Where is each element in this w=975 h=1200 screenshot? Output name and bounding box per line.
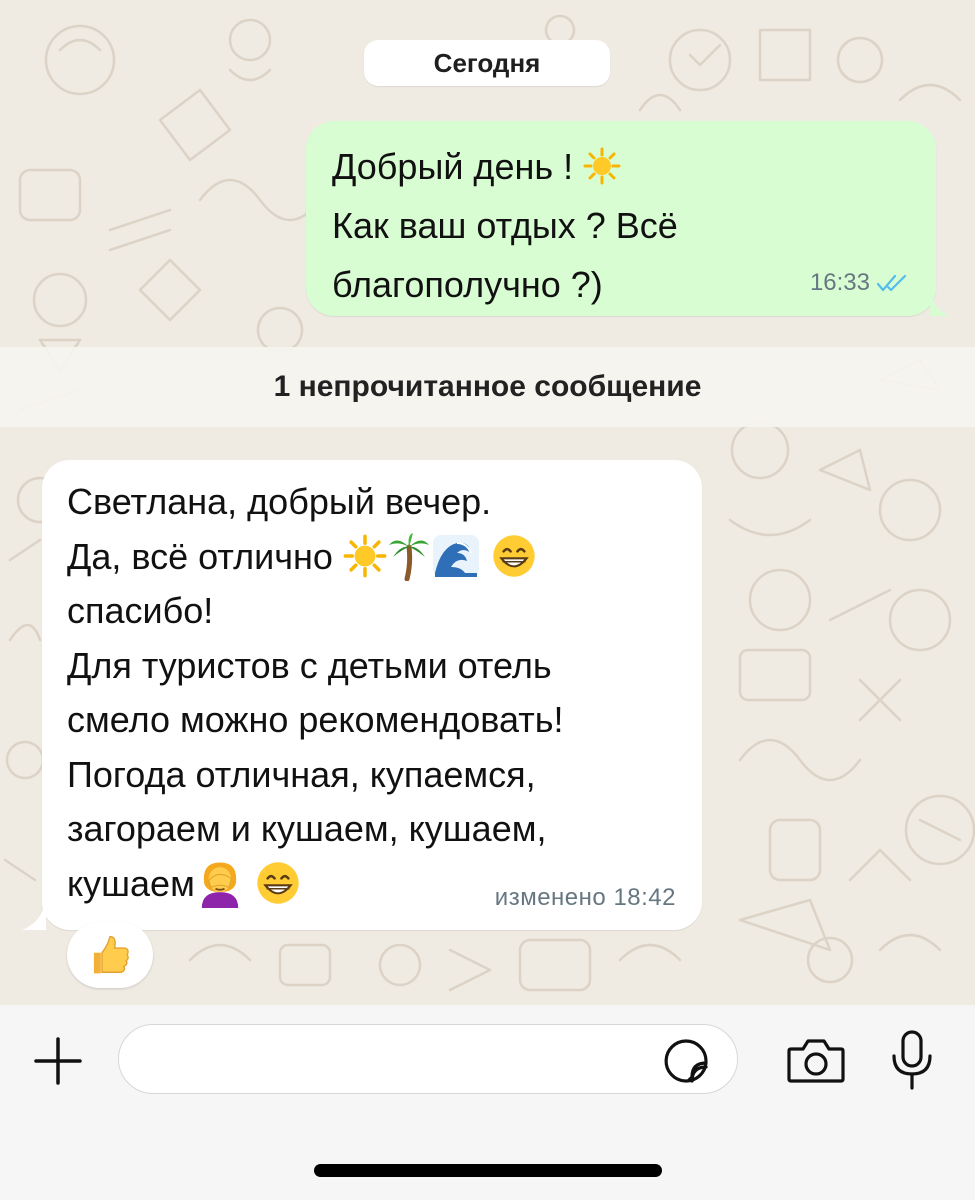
message-input[interactable]	[118, 1024, 738, 1094]
message-line: Да, всё отлично	[67, 535, 343, 577]
grinning-face-emoji-icon	[493, 535, 535, 577]
sun-emoji-icon	[343, 534, 387, 578]
home-indicator[interactable]	[314, 1164, 662, 1177]
message-line: Добрый день !	[332, 146, 584, 187]
unread-separator: 1 непрочитанное сообщение	[0, 347, 975, 427]
sticker-icon[interactable]	[662, 1037, 710, 1085]
message-meta: 16:33	[810, 269, 908, 297]
message-line: Светлана, добрый вечер.	[67, 481, 492, 522]
grinning-face-emoji-icon	[257, 862, 299, 904]
message-time: 18:42	[613, 884, 676, 911]
message-line: благополучно ?)	[332, 264, 603, 305]
sun-emoji-icon	[583, 147, 621, 185]
message-time: 16:33	[809, 269, 870, 296]
message-line: загораем и кушаем, кушаем,	[67, 808, 547, 849]
message-meta: изменено 18:42	[495, 884, 676, 912]
message-line: кушаем	[67, 862, 195, 904]
outgoing-message-bubble[interactable]: Добрый день ! Как ваш отдых ? Всё благоп…	[306, 121, 950, 316]
message-line: Для туристов с детьми отель	[67, 644, 552, 686]
edited-label: изменено	[494, 884, 607, 911]
bubble-tail-icon	[930, 292, 950, 316]
message-line: смело можно рекомендовать!	[67, 699, 564, 740]
message-line: Погода отличная, купаемся,	[67, 753, 536, 795]
date-separator: Сегодня	[364, 40, 610, 86]
facepalm-woman-emoji-icon	[201, 862, 239, 908]
wave-emoji-icon	[432, 534, 479, 577]
date-separator-label: Сегодня	[433, 47, 541, 78]
thumbs-up-icon	[93, 935, 129, 974]
camera-icon[interactable]	[785, 1035, 847, 1087]
microphone-icon[interactable]	[888, 1028, 936, 1092]
unread-separator-label: 1 непрочитанное сообщение	[273, 370, 702, 403]
outgoing-message-text: Добрый день ! Как ваш отдых ? Всё благоп…	[332, 137, 852, 314]
bubble-tail-icon	[22, 900, 46, 930]
double-check-read-icon	[876, 274, 907, 292]
reaction-badge[interactable]	[67, 922, 153, 988]
incoming-message-text: Светлана, добрый вечер. Да, всё отлично	[67, 475, 692, 911]
attach-plus-icon[interactable]	[30, 1033, 86, 1089]
incoming-message-bubble[interactable]: Светлана, добрый вечер. Да, всё отлично	[22, 460, 702, 930]
message-line: Как ваш отдых ? Всё	[332, 205, 678, 246]
message-line: спасибо!	[67, 590, 214, 631]
palm-tree-emoji-icon	[388, 532, 429, 581]
